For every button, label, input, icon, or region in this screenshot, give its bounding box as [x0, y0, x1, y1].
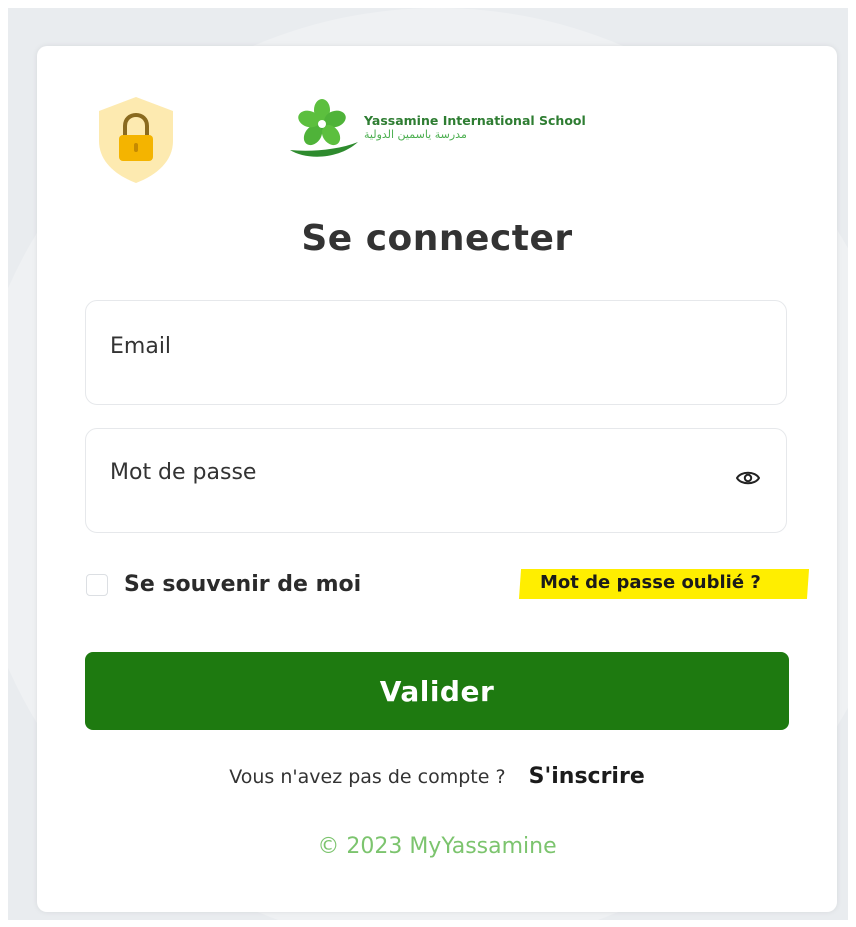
- remember-label: Se souvenir de moi: [124, 572, 362, 597]
- email-field[interactable]: [85, 295, 787, 405]
- signup-row: Vous n'avez pas de compte ? S'inscrire: [37, 764, 837, 789]
- password-field[interactable]: [85, 421, 787, 533]
- remember-me[interactable]: Se souvenir de moi: [86, 572, 361, 597]
- forgot-password-link[interactable]: Mot de passe oublié ?: [540, 572, 761, 593]
- submit-button[interactable]: Valider: [85, 652, 789, 730]
- lock-shield-icon: [99, 97, 173, 183]
- school-name-arabic: مدرسة ياسمين الدولية: [364, 128, 467, 141]
- password-input[interactable]: [110, 421, 726, 524]
- remember-checkbox[interactable]: [86, 573, 108, 596]
- eye-icon[interactable]: [736, 469, 760, 487]
- email-input[interactable]: [110, 295, 726, 398]
- signup-prompt: Vous n'avez pas de compte ?: [229, 766, 506, 788]
- school-name: Yassamine International School: [364, 113, 586, 128]
- copyright-text: © 2023 MyYassamine: [317, 834, 557, 859]
- page-title: Se connecter: [301, 218, 573, 259]
- signup-link[interactable]: S'inscrire: [529, 764, 645, 789]
